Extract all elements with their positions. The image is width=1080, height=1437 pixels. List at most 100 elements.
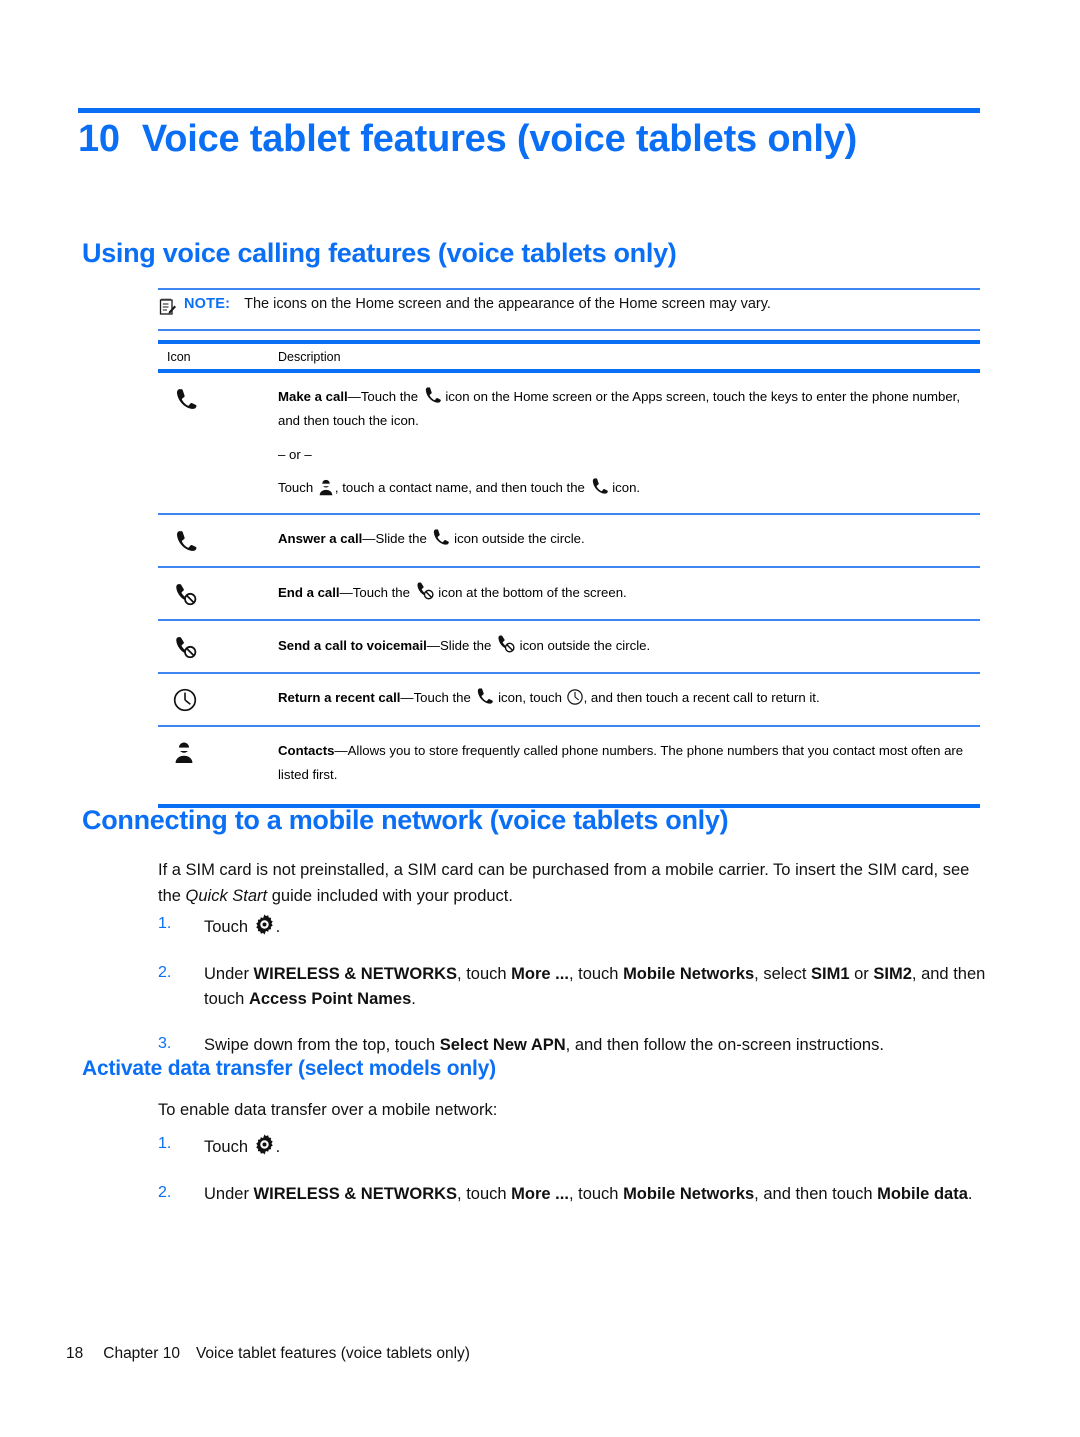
list-item: 3. Swipe down from the top, touch Select…	[158, 1033, 988, 1058]
chapter-title-rule	[78, 108, 980, 113]
row-term: Send a call to voicemail	[278, 637, 427, 653]
row-description-cell: Send a call to voicemail—Slide the icon …	[278, 633, 980, 660]
list-item: 2. Under WIRELESS & NETWORKS, touch More…	[158, 962, 988, 1012]
row-term: Return a recent call	[278, 689, 401, 705]
phone-handset-icon	[172, 386, 198, 412]
row-dash: —	[347, 389, 361, 404]
row-description-cell: Make a call—Touch the icon on the Home s…	[278, 385, 980, 501]
settings-gear-icon	[253, 913, 276, 936]
row-icon-cell	[158, 739, 278, 788]
column-header-description: Description	[278, 350, 341, 364]
row-term: Contacts	[278, 742, 335, 758]
note-box: NOTE: The icons on the Home screen and t…	[158, 288, 980, 331]
settings-gear-icon	[253, 1133, 276, 1156]
clock-icon	[172, 687, 198, 713]
icon-description-table: Icon Description Make a call—Touch the i…	[158, 340, 980, 808]
row-icon-cell	[158, 580, 278, 607]
row-icon-cell	[158, 385, 278, 501]
end-call-icon	[172, 634, 198, 660]
step-text-a: Touch	[204, 1138, 249, 1156]
page-title: 10 Voice tablet features (voice tablets o…	[78, 118, 998, 161]
end-call-icon	[172, 581, 198, 607]
activate-steps-list: 1. Touch . 2. Under WIRELESS & NETWORKS,…	[158, 1133, 988, 1207]
activate-intro-paragraph: To enable data transfer over a mobile ne…	[158, 1101, 498, 1119]
document-page: 10 Voice tablet features (voice tablets o…	[0, 0, 1080, 1437]
heading-connecting-mobile-network: Connecting to a mobile network (voice ta…	[82, 805, 729, 835]
list-item: 2. Under WIRELESS & NETWORKS, touch More…	[158, 1182, 988, 1207]
connecting-steps-list: 1. Touch . 2. Under WIRELESS & NETWORKS,…	[158, 913, 988, 1058]
table-row: Return a recent call—Touch the icon, tou…	[158, 674, 980, 727]
step-number: 2.	[158, 1183, 172, 1201]
step-number: 1.	[158, 915, 172, 932]
heading-using-voice-calling: Using voice calling features (voice tabl…	[82, 238, 677, 268]
row-text-d: , touch a contact name, and then touch t…	[334, 480, 585, 496]
chapter-title-text: Voice tablet features (voice tablets onl…	[141, 118, 858, 160]
phone-handset-icon	[589, 476, 609, 496]
phone-handset-icon	[430, 527, 450, 547]
chapter-number: 10	[78, 118, 120, 160]
step-text: Swipe down from the top, touch Select Ne…	[204, 1036, 884, 1055]
row-dash: —	[362, 530, 376, 546]
step-number: 2.	[158, 963, 172, 981]
select-new-apn-label: Select New APN	[439, 1036, 566, 1055]
row-description-cell: Answer a call—Slide the icon outside the…	[278, 527, 980, 554]
row-text-a: Allows you to store frequently called ph…	[278, 742, 964, 783]
step-number: 1.	[158, 1135, 172, 1152]
sim-intro-b: guide included with your product.	[271, 886, 513, 905]
step-text-b: .	[275, 918, 281, 936]
step-number: 3.	[158, 1035, 172, 1053]
row-text-b: icon outside the circle.	[519, 637, 651, 653]
table-header-row: Icon Description	[158, 344, 980, 373]
note-label: NOTE:	[184, 296, 231, 312]
note-text: The icons on the Home screen and the app…	[244, 296, 771, 312]
sim2-label: SIM2	[873, 964, 912, 983]
row-description-cell: Contacts—Allows you to store frequently …	[278, 739, 980, 788]
row-dash: —	[339, 584, 353, 600]
row-icon-cell	[158, 633, 278, 660]
access-point-names-label: Access Point Names	[248, 989, 412, 1008]
row-or-separator: – or –	[278, 446, 312, 462]
row-text-a: Slide the	[375, 530, 427, 546]
list-item: 1. Touch .	[158, 913, 988, 940]
row-text-c: Touch	[278, 480, 314, 496]
heading-activate-data-transfer: Activate data transfer (select models on…	[82, 1057, 496, 1080]
sim-card-intro-paragraph: If a SIM card is not preinstalled, a SIM…	[158, 858, 988, 909]
step-text: Touch .	[204, 1133, 988, 1160]
end-call-icon	[414, 580, 435, 601]
more-menu-label: More ...	[511, 1184, 569, 1203]
row-text-a: Touch the	[360, 389, 419, 404]
row-term: Make a call	[278, 389, 348, 404]
quick-start-guide-title: Quick Start	[185, 886, 268, 905]
row-text-b: icon outside the circle.	[454, 530, 585, 546]
row-text-a: Slide the	[439, 637, 492, 653]
note-pencil-icon	[158, 296, 184, 322]
table-row: Make a call—Touch the icon on the Home s…	[158, 373, 980, 515]
table-row: End a call—Touch the icon at the bottom …	[158, 568, 980, 621]
table-row: Send a call to voicemail—Slide the icon …	[158, 621, 980, 674]
page-footer: 18 Chapter 10 Voice tablet features (voice…	[66, 1345, 470, 1363]
row-text-e: icon.	[612, 480, 641, 496]
mobile-networks-label: Mobile Networks	[623, 1184, 755, 1203]
mobile-networks-label: Mobile Networks	[623, 964, 755, 983]
footer-chapter-title: Voice tablet features (voice tablets onl…	[195, 1345, 470, 1362]
step-text: Touch .	[204, 913, 988, 940]
end-call-icon	[495, 633, 516, 654]
row-text-a: Touch the	[413, 689, 471, 705]
phone-handset-icon	[172, 528, 198, 554]
row-icon-cell	[158, 686, 278, 713]
step-text: Under WIRELESS & NETWORKS, touch More ..…	[204, 964, 986, 1008]
mobile-data-label: Mobile data	[877, 1184, 968, 1203]
contact-person-icon	[317, 478, 335, 496]
more-menu-label: More ...	[511, 964, 569, 983]
list-item: 1. Touch .	[158, 1133, 988, 1160]
step-text-b: .	[275, 1138, 281, 1156]
row-description-cell: End a call—Touch the icon at the bottom …	[278, 580, 980, 607]
row-dash: —	[400, 689, 414, 705]
row-term: Answer a call	[278, 530, 363, 546]
clock-icon	[566, 688, 584, 706]
wireless-networks-label: WIRELESS & NETWORKS	[253, 964, 458, 983]
sim1-label: SIM1	[811, 964, 850, 983]
phone-handset-icon	[422, 385, 442, 405]
row-description-cell: Return a recent call—Touch the icon, tou…	[278, 686, 980, 713]
row-dash: —	[426, 637, 440, 653]
